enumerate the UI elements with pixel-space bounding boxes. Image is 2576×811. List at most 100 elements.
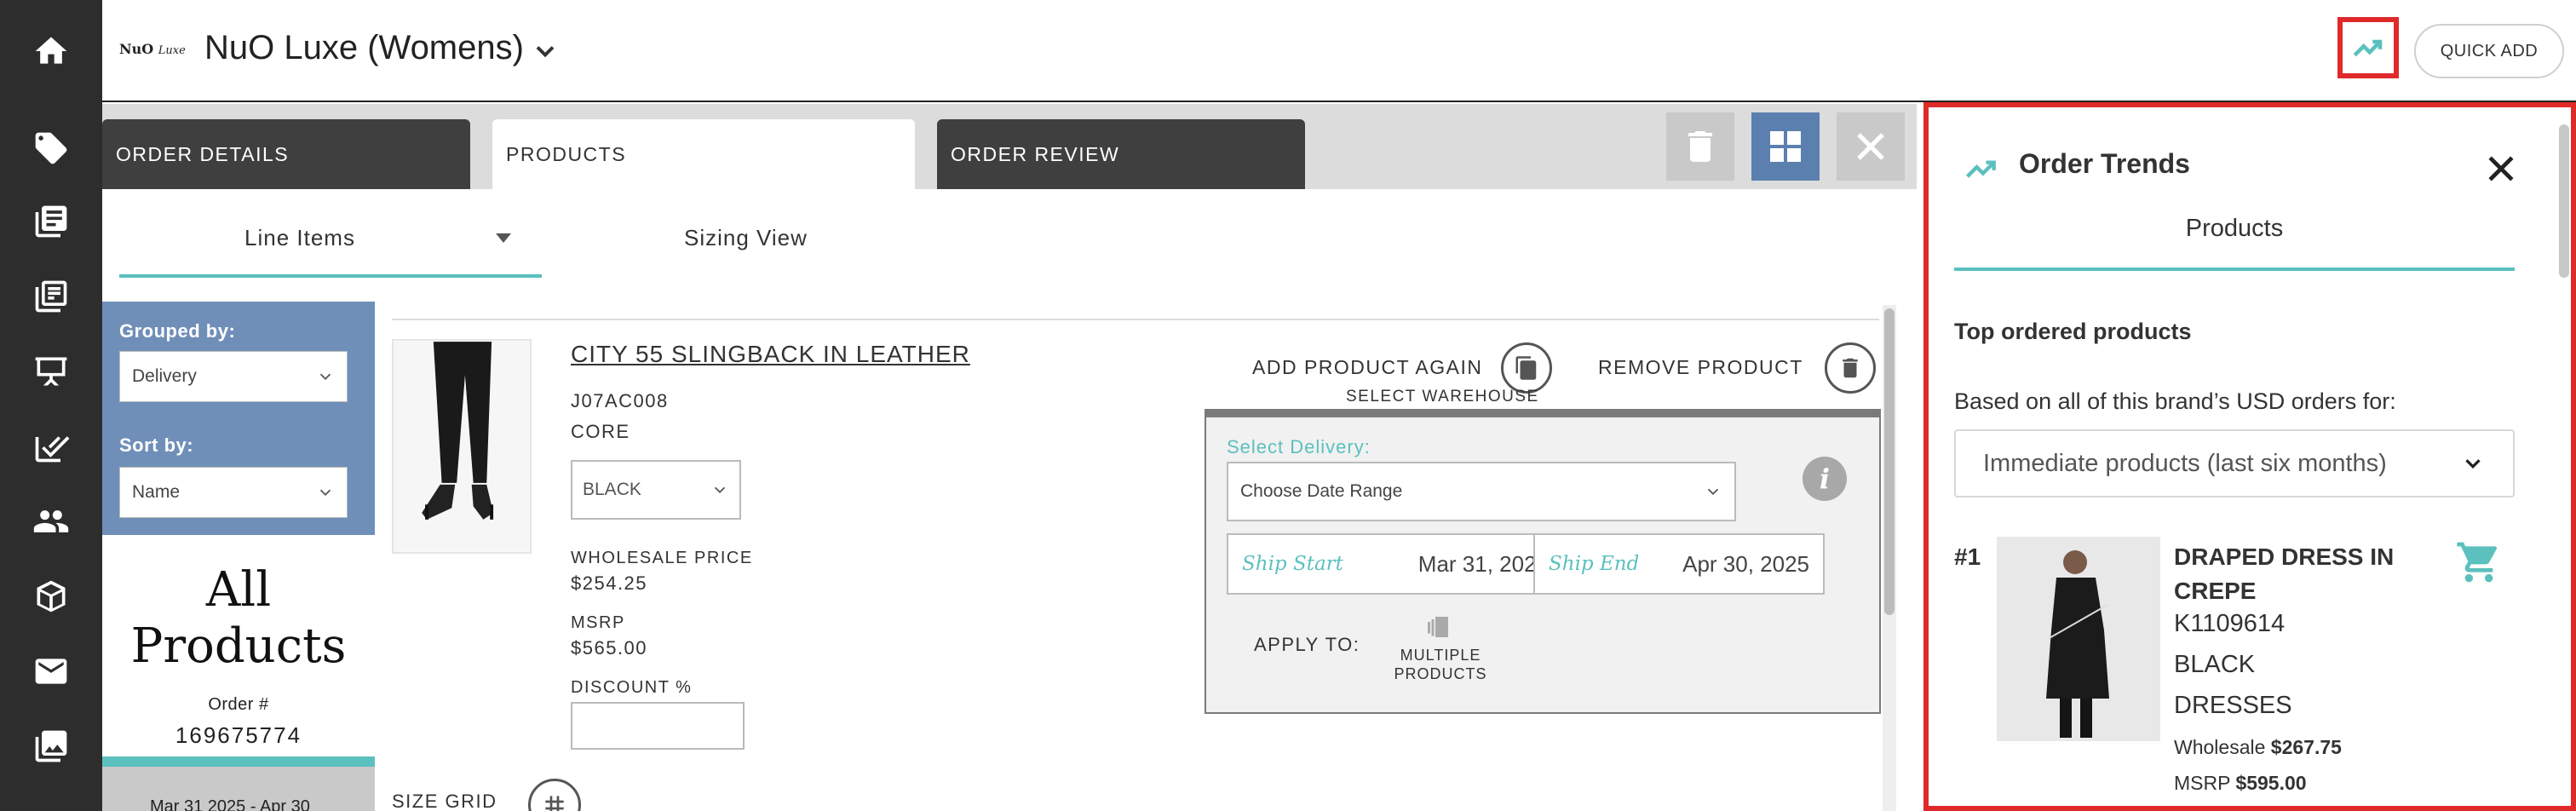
orders-checklist-icon[interactable] <box>26 421 77 472</box>
stack-icon <box>1428 617 1448 637</box>
box-icon[interactable] <box>26 571 77 622</box>
add-product-again-button[interactable] <box>1501 342 1552 394</box>
trends-scrollbar[interactable] <box>2559 124 2569 278</box>
gallery-icon[interactable] <box>26 721 77 772</box>
ship-end-field[interactable]: Ship End Apr 30, 2025 <box>1533 533 1825 595</box>
trash-icon <box>1843 358 1858 378</box>
top-bar: NuO Luxe NuO Luxe (Womens) QUICK ADD <box>102 0 2576 102</box>
delivery-date-range: Mar 31 2025 - Apr 30 <box>150 797 310 811</box>
product-name-link[interactable]: CITY 55 SLINGBACK IN LEATHER <box>571 341 970 368</box>
brand-name[interactable]: NuO Luxe (Womens) <box>204 29 524 67</box>
left-nav-rail <box>0 0 102 811</box>
trends-tab-products[interactable]: Products <box>1954 215 2515 243</box>
grid-icon <box>1770 131 1801 162</box>
trend-product-color: BLACK <box>2174 651 2256 678</box>
trend-product-category: DRESSES <box>2174 692 2292 719</box>
trend-wholesale-label: Wholesale <box>2174 736 2266 758</box>
remove-product-label[interactable]: REMOVE PRODUCT <box>1598 356 1803 379</box>
order-trends-button[interactable] <box>2337 17 2399 78</box>
trends-tab-indicator <box>1954 267 2515 271</box>
presentation-icon[interactable] <box>26 346 77 397</box>
filter-panel: Grouped by: Delivery Sort by: Name <box>102 302 375 535</box>
close-icon[interactable] <box>2482 150 2520 187</box>
ship-end-label: Ship End <box>1549 553 1640 575</box>
trend-msrp-value: $595.00 <box>2235 772 2307 794</box>
tab-order-review[interactable]: ORDER REVIEW <box>937 119 1305 189</box>
trending-up-icon <box>2353 39 2383 57</box>
grouped-by-select[interactable]: Delivery <box>119 351 348 402</box>
tag-icon[interactable] <box>26 123 77 174</box>
delivery-date-select[interactable]: Choose Date Range <box>1227 462 1736 521</box>
subtab-sizing-view[interactable]: Sizing View <box>684 225 808 251</box>
chevron-down-icon <box>1707 488 1719 496</box>
close-order-button[interactable] <box>1837 112 1905 181</box>
add-product-again-label[interactable]: ADD PRODUCT AGAIN <box>1252 356 1482 379</box>
msrp-value: $565.00 <box>571 637 648 659</box>
dress-illustration <box>1997 537 2160 741</box>
home-icon[interactable] <box>26 26 77 77</box>
multiple-products-button[interactable]: MULTIPLE PRODUCTS <box>1385 612 1496 683</box>
tab-products[interactable]: PRODUCTS <box>492 119 915 189</box>
trend-msrp-label: MSRP <box>2174 772 2231 794</box>
trend-msrp: MSRP $595.00 <box>2174 772 2307 795</box>
discount-label: DISCOUNT % <box>571 678 693 697</box>
order-trends-title: Order Trends <box>2019 148 2190 179</box>
product-image[interactable] <box>392 339 532 554</box>
discount-input[interactable] <box>571 702 745 750</box>
wholesale-price-value: $254.25 <box>571 572 648 594</box>
chevron-down-icon <box>319 489 331 497</box>
based-on-text: Based on all of this brand’s USD orders … <box>1954 388 2396 414</box>
scrollbar-thumb[interactable] <box>1884 308 1895 615</box>
chevron-down-icon <box>714 486 726 494</box>
close-icon <box>1857 133 1884 160</box>
messages-icon[interactable] <box>26 646 77 697</box>
ship-start-value: Mar 31, 2025 <box>1417 550 1549 577</box>
delivery-date-card[interactable]: Mar 31 2025 - Apr 30 <box>102 767 375 811</box>
multiple-products-line2: PRODUCTS <box>1394 665 1487 682</box>
catalog-icon[interactable] <box>26 196 77 247</box>
order-number-label: Order # <box>208 695 269 714</box>
product-sku: J07AC008 <box>571 390 669 411</box>
caret-down-icon[interactable] <box>496 233 511 243</box>
order-number: 169675774 <box>175 722 302 748</box>
size-grid-label: SIZE GRID <box>392 791 497 811</box>
ship-start-field[interactable]: Ship Start Mar 31, 2025 <box>1227 533 1564 595</box>
trash-icon <box>1688 131 1712 162</box>
all-products-heading: All Products <box>102 562 375 675</box>
delivery-indicator <box>102 756 375 767</box>
msrp-label: MSRP <box>571 613 625 632</box>
subtab-active-indicator <box>119 274 542 278</box>
chevron-down-icon <box>319 373 331 381</box>
delete-button[interactable] <box>1666 112 1734 181</box>
color-value: BLACK <box>583 480 641 499</box>
sort-by-select[interactable]: Name <box>119 467 348 518</box>
ship-start-label: Ship Start <box>1242 553 1343 575</box>
size-grid-button[interactable] <box>528 779 581 811</box>
tab-order-details[interactable]: ORDER DETAILS <box>102 119 470 189</box>
product-category: CORE <box>571 421 630 442</box>
trend-product-name[interactable]: DRAPED DRESS IN CREPE <box>2174 540 2447 608</box>
brand-logo: NuO Luxe <box>119 41 186 57</box>
customers-icon[interactable] <box>26 496 77 547</box>
chevron-down-icon <box>2465 459 2481 469</box>
all-products-line1: All <box>205 562 272 618</box>
trend-wholesale: Wholesale $267.75 <box>2174 736 2342 759</box>
trend-range-select[interactable]: Immediate products (last six months) <box>1954 429 2515 498</box>
trending-up-icon <box>1965 160 1996 178</box>
multiple-products-line1: MULTIPLE <box>1400 647 1481 664</box>
info-icon[interactable]: i <box>1803 457 1847 501</box>
chevron-down-icon[interactable] <box>530 36 561 66</box>
linesheet-icon[interactable] <box>26 271 77 322</box>
subtab-line-items[interactable]: Line Items <box>244 225 355 251</box>
select-warehouse-label[interactable]: SELECT WAREHOUSE <box>1346 388 1539 406</box>
sort-by-label: Sort by: <box>119 434 194 456</box>
top-ordered-heading: Top ordered products <box>1954 319 2192 344</box>
grouped-by-value: Delivery <box>132 366 197 386</box>
grid-view-button[interactable] <box>1751 112 1820 181</box>
trend-product-image[interactable] <box>1997 537 2160 741</box>
remove-product-button[interactable] <box>1825 342 1876 394</box>
wholesale-price-label: WHOLESALE PRICE <box>571 549 753 567</box>
cart-icon[interactable] <box>2455 538 2503 586</box>
quick-add-button[interactable]: QUICK ADD <box>2414 24 2564 78</box>
color-select[interactable]: BLACK <box>571 460 741 520</box>
